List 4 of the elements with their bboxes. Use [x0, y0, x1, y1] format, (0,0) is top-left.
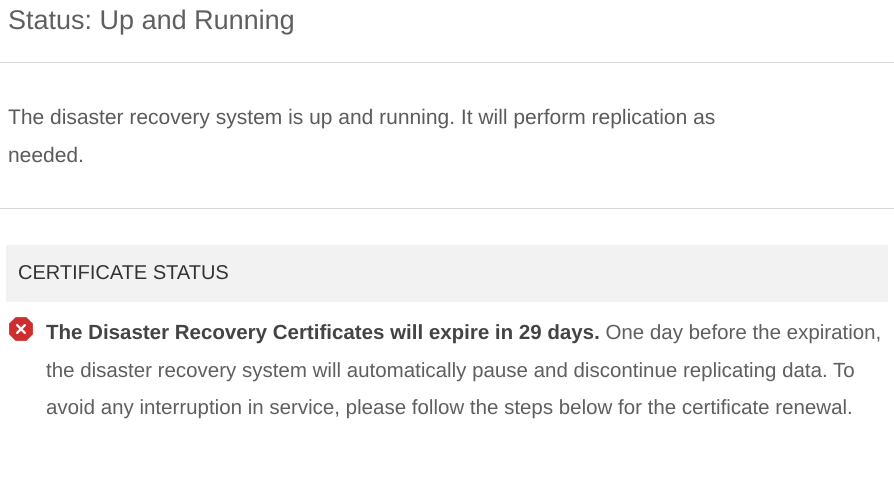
status-title: Status: Up and Running — [7, 4, 296, 37]
section-header: CERTIFICATE STATUS — [6, 245, 888, 302]
description-text: The disaster recovery system is up and running. It will perform replication as needed. — [7, 105, 716, 169]
alert-message: The Disaster Recovery Certificates will expire in 29 days. One day before the expiration, the disaster recovery system will automatically pause and discontinue replicating data. To avoid any interruption in service, please follow the steps below for the certificate renewal. — [46, 320, 882, 421]
